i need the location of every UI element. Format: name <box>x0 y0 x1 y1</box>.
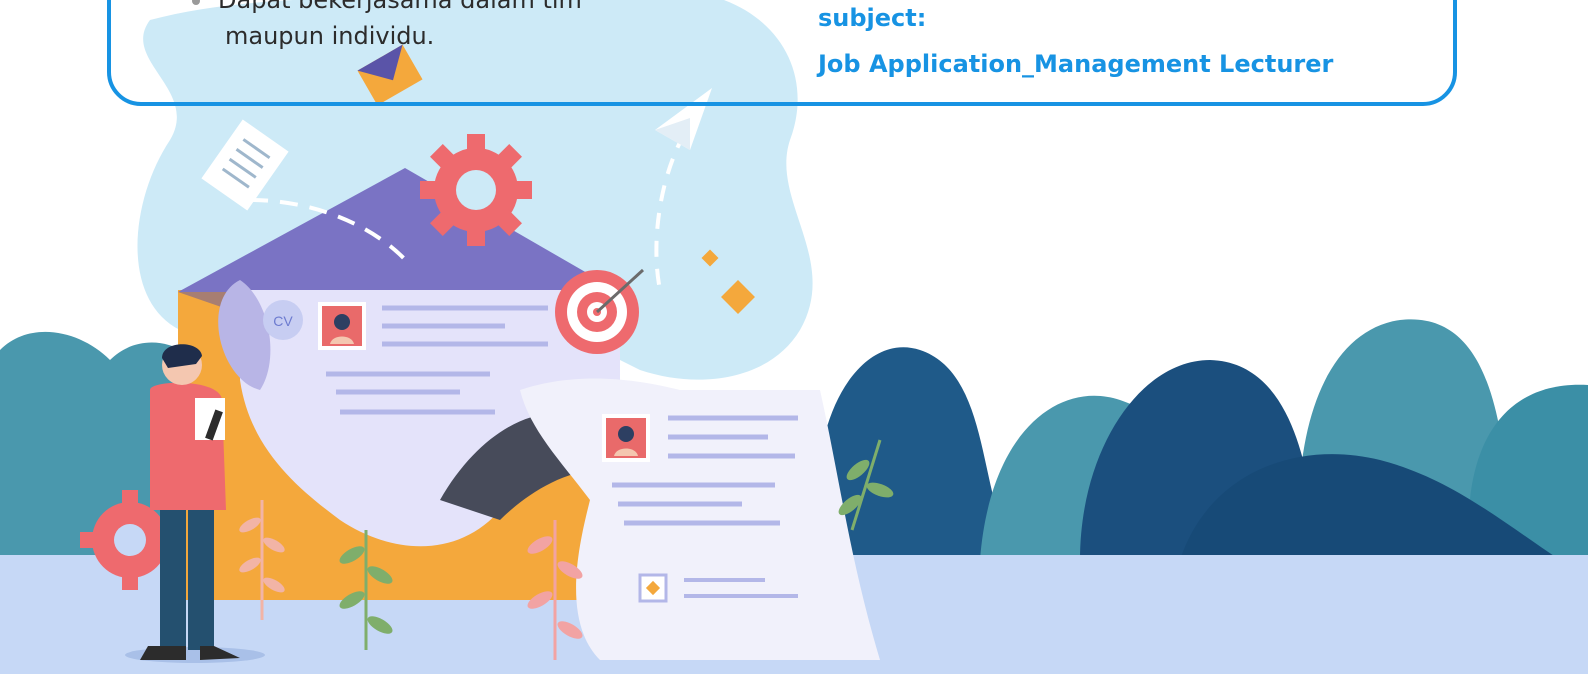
cv-badge-label: CV <box>273 313 293 329</box>
requirement-text: Dapat bekerjasama dalam tim <box>218 0 582 14</box>
subject-value: Job Application_Management Lecturer <box>818 50 1334 78</box>
gear-icon <box>420 134 532 246</box>
subject-label: subject: <box>818 4 927 32</box>
bullet-icon <box>192 0 200 5</box>
job-application-slide: CV Dapat bekerjasama dalam tim maupun in… <box>0 0 1588 674</box>
requirement-text-continued: maupun individu. <box>225 22 435 50</box>
